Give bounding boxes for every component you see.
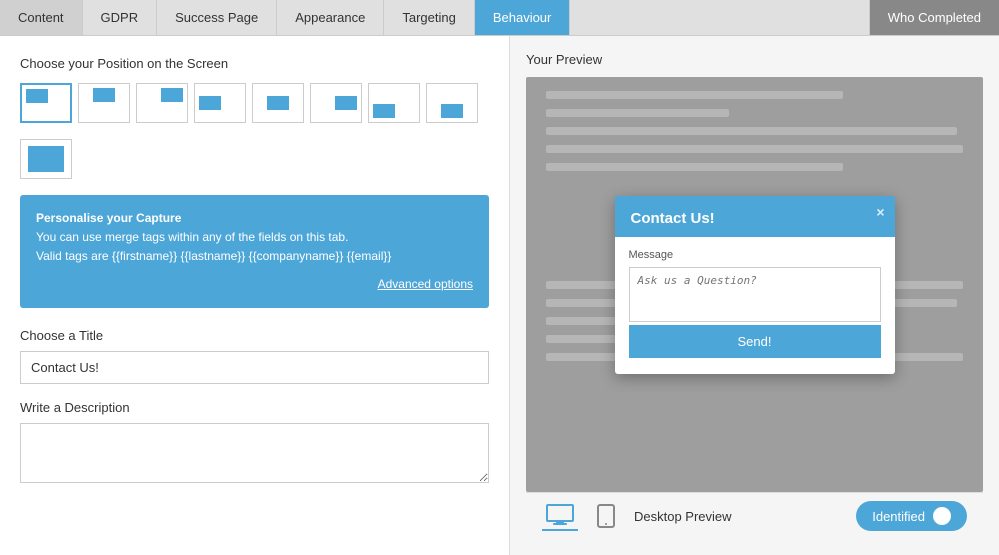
advanced-options-link[interactable]: Advanced options xyxy=(36,275,473,294)
position-grid-row2 xyxy=(20,139,489,179)
info-line3: Valid tags are {{firstname}} {{lastname}… xyxy=(36,249,391,263)
position-bottom-left[interactable] xyxy=(368,83,420,123)
position-center-left[interactable] xyxy=(194,83,246,123)
popup-body: Message Send! xyxy=(615,237,895,374)
preview-title: Your Preview xyxy=(526,52,983,67)
mock-line xyxy=(546,91,843,99)
left-panel: Choose your Position on the Screen xyxy=(0,36,510,555)
toggle-circle-icon xyxy=(933,507,951,525)
toggle-label: Identified xyxy=(872,509,925,524)
pos-indicator xyxy=(373,104,395,118)
mock-line xyxy=(546,127,957,135)
title-label: Choose a Title xyxy=(20,328,489,343)
position-top-left[interactable] xyxy=(20,83,72,123)
main-container: Content GDPR Success Page Appearance Tar… xyxy=(0,0,999,555)
info-title: Personalise your Capture xyxy=(36,211,181,225)
desktop-preview-label: Desktop Preview xyxy=(634,509,846,524)
tab-bar: Content GDPR Success Page Appearance Tar… xyxy=(0,0,999,36)
position-section-title: Choose your Position on the Screen xyxy=(20,56,489,71)
position-top-right[interactable] xyxy=(136,83,188,123)
pos-indicator xyxy=(441,104,463,118)
position-bottom-center[interactable] xyxy=(426,83,478,123)
popup-close-icon[interactable]: × xyxy=(876,204,884,220)
mock-line xyxy=(546,163,843,171)
preview-area: Contact Us! × Message Send! xyxy=(526,77,983,492)
tab-behaviour[interactable]: Behaviour xyxy=(475,0,571,35)
pos-indicator xyxy=(28,146,64,172)
popup-title: Contact Us! xyxy=(631,210,715,227)
tab-who-completed[interactable]: Who Completed xyxy=(870,0,999,35)
mock-line xyxy=(546,109,729,117)
bottom-bar: Desktop Preview Identified xyxy=(526,492,983,539)
identified-toggle-button[interactable]: Identified xyxy=(856,501,967,531)
popup-send-button[interactable]: Send! xyxy=(629,325,881,358)
tab-gdpr[interactable]: GDPR xyxy=(83,0,158,35)
right-panel: Your Preview xyxy=(510,36,999,555)
pos-indicator xyxy=(26,89,48,103)
tab-appearance[interactable]: Appearance xyxy=(277,0,384,35)
preview-popup: Contact Us! × Message Send! xyxy=(615,196,895,374)
position-grid xyxy=(20,83,489,123)
description-textarea[interactable] xyxy=(20,423,489,483)
content-area: Choose your Position on the Screen xyxy=(0,36,999,555)
info-line2: You can use merge tags within any of the… xyxy=(36,230,348,244)
pos-indicator xyxy=(93,88,115,102)
description-label: Write a Description xyxy=(20,400,489,415)
position-center[interactable] xyxy=(252,83,304,123)
pos-indicator xyxy=(267,96,289,110)
position-center-right[interactable] xyxy=(310,83,362,123)
popup-header: Contact Us! × xyxy=(615,196,895,237)
title-input[interactable] xyxy=(20,351,489,384)
pos-indicator xyxy=(161,88,183,102)
mock-line xyxy=(546,145,963,153)
tab-targeting[interactable]: Targeting xyxy=(384,0,474,35)
popup-message-textarea[interactable] xyxy=(629,267,881,322)
pos-indicator xyxy=(335,96,357,110)
desktop-icon[interactable] xyxy=(542,501,578,531)
pos-indicator xyxy=(199,96,221,110)
position-top-center[interactable] xyxy=(78,83,130,123)
popup-field-label: Message xyxy=(629,249,881,261)
tablet-icon[interactable] xyxy=(588,501,624,531)
tab-content[interactable]: Content xyxy=(0,0,83,35)
info-box: Personalise your Capture You can use mer… xyxy=(20,195,489,308)
tab-success-page[interactable]: Success Page xyxy=(157,0,277,35)
tab-spacer xyxy=(570,0,869,35)
position-full[interactable] xyxy=(20,139,72,179)
